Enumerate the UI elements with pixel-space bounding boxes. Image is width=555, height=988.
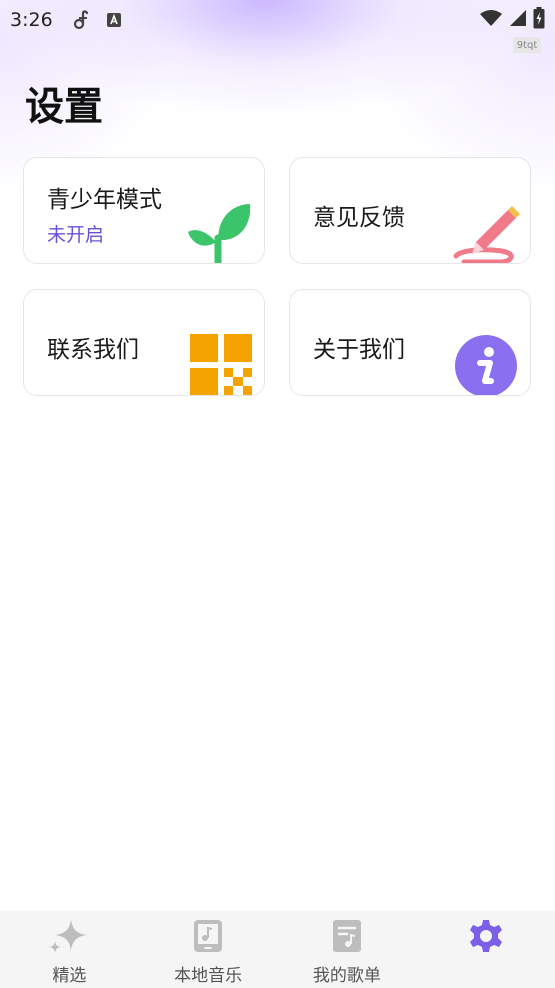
contact-us-card[interactable]: 联系我们 [23,289,265,396]
nav-label: 精选 [52,966,87,986]
card-title: 意见反馈 [313,205,405,231]
about-us-card[interactable]: 关于我们 [289,289,531,396]
card-title: 关于我们 [313,337,405,363]
corner-tag: 9tqt [513,37,541,53]
qr-code-icon [190,334,254,395]
bottom-nav: 精选 本地音乐 我的歌单 [0,911,555,988]
battery-icon [533,7,545,33]
nav-label: 本地音乐 [174,966,243,986]
nav-label: 我的歌单 [312,966,381,986]
page-title: 设置 [25,85,104,130]
card-title: 联系我们 [47,337,139,363]
card-title: 青少年模式 [47,187,162,213]
phone-music-icon [193,919,223,957]
wifi-icon [479,9,503,31]
nav-item-my-playlists[interactable]: 我的歌单 [278,911,417,988]
youth-mode-card[interactable]: 青少年模式 未开启 [23,157,265,264]
sparkle-icon [49,919,89,957]
a-letter-icon [105,11,123,29]
music-note-icon [73,10,91,30]
gear-icon [469,919,503,957]
sprout-icon [188,202,254,263]
status-bar: 3:26 [0,0,555,40]
info-icon [455,335,517,395]
nav-item-featured[interactable]: 精选 [0,911,139,988]
status-time: 3:26 [10,9,53,31]
signal-icon [509,9,527,31]
playlist-icon [332,919,362,957]
status-right-icons [479,7,545,33]
youth-mode-status: 未开启 [47,224,105,246]
nav-item-local-music[interactable]: 本地音乐 [139,911,278,988]
feedback-card[interactable]: 意见反馈 [289,157,531,264]
nav-item-settings[interactable] [416,911,555,988]
pencil-icon [452,202,522,263]
